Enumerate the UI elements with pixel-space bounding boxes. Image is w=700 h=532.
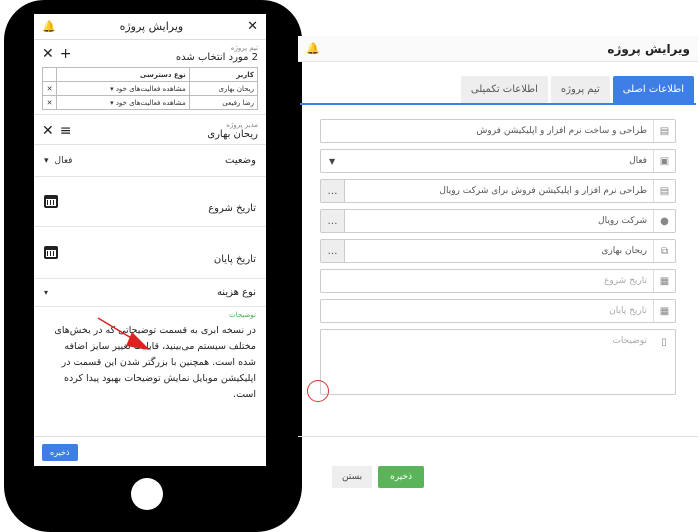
clear-icon[interactable]: ✕ [42,123,54,139]
row-access[interactable]: مشاهده فعالیت‌های خود ▾ [56,81,190,96]
document-icon: ▤ [653,120,675,142]
row-user: رضا رفیعی [188,95,259,110]
chevron-down-icon: ▾ [44,155,49,166]
start-date-label: تاریخ شروع [208,203,256,214]
col-remove [42,67,57,82]
footer-divider [298,436,698,437]
team-value: 2 مورد انتخاب شده [175,52,258,63]
start-date-input[interactable]: ▦ تاریخ شروع [320,269,676,293]
document-icon: ▯ [661,336,667,348]
footer-buttons: بستن ذخیره [332,466,425,488]
calendar-icon[interactable] [44,246,58,259]
manager-section: مدیر پروژه ریحان بهاری ✕ ≡ [34,115,266,145]
manager-value: ریحان بهاری [601,246,647,256]
manager-tools: ✕ ≡ [42,123,71,139]
mobile-header: ✕ ویرایش پروژه 🔔 [34,14,266,40]
description-placeholder: توضیحات [612,336,647,346]
project-field[interactable]: ▤ طراحی نرم افزار و اپلیکیشن فروش برای ش… [320,179,676,203]
col-access: نوع دسترسی [56,67,190,82]
end-date-label: تاریخ پایان [213,254,256,265]
add-icon[interactable]: + [60,46,72,62]
calendar-icon[interactable]: ▦ [653,270,675,292]
browse-button[interactable]: … [321,180,345,202]
tab-project-team[interactable]: تیم پروژه [550,76,610,103]
browse-button[interactable]: … [321,210,345,232]
team-table: کاربر نوع دسترسی ریحان بهاری مشاهده فعال… [42,67,259,110]
tab-main-info[interactable]: اطلاعات اصلی [612,76,694,103]
calendar-icon[interactable] [44,195,58,208]
menu-icon[interactable]: ≡ [60,123,72,139]
project-name-value: طراحی و ساخت نرم افزار و اپلیکیشن فروش [476,126,647,136]
table-row: ریحان بهاری مشاهده فعالیت‌های خود ▾ ✕ [42,81,259,96]
team-label: تیم پروژه [230,44,258,52]
tab-extra-info[interactable]: اطلاعات تکمیلی [460,76,548,103]
chevron-down-icon[interactable]: ▼ [321,157,335,166]
end-date-input[interactable]: ▦ تاریخ پایان [320,299,676,323]
table-row: رضا رفیعی مشاهده فعالیت‌های خود ▾ ✕ [42,95,259,110]
browse-button[interactable]: … [321,240,345,262]
resize-handle-highlight[interactable] [307,380,329,402]
cost-type-field[interactable]: نوع هزینه ▾ [34,279,266,307]
mobile-screen: ✕ ویرایش پروژه 🔔 تیم پروژه 2 مورد انتخاب… [34,14,266,466]
status-icon: ▣ [653,150,675,172]
end-date-field[interactable]: تاریخ پایان [34,227,266,279]
description-textarea[interactable]: ▯ توضیحات [307,329,676,402]
footer-divider [34,436,266,437]
status-field[interactable]: وضعیت فعال ▾ [34,145,266,177]
cost-type-label: نوع هزینه [216,287,256,298]
manager-field[interactable]: ⧉ ریحان بهاری … [320,239,676,263]
desktop-dialog: ویرایش پروژه 🔔 اطلاعات اصلی تیم پروژه اط… [298,36,698,532]
user-icon: ● [653,210,675,232]
dialog-header: ویرایش پروژه 🔔 [298,36,698,62]
phone-frame: ✕ ویرایش پروژه 🔔 تیم پروژه 2 مورد انتخاب… [4,0,302,532]
status-select[interactable]: فعال ▾ [44,156,72,166]
status-label: وضعیت [225,155,256,166]
chevron-down-icon[interactable]: ▾ [44,288,48,297]
row-access[interactable]: مشاهده فعالیت‌های خود ▾ [56,95,190,110]
clear-icon[interactable]: ✕ [42,46,54,62]
start-date-placeholder: تاریخ شروع [604,276,647,286]
main-info-form: ▤ طراحی و ساخت نرم افزار و اپلیکیشن فروش… [298,105,698,402]
project-name-field[interactable]: ▤ طراحی و ساخت نرم افزار و اپلیکیشن فروش [320,119,676,143]
dialog-title: ویرایش پروژه [607,41,690,56]
bell-icon[interactable]: 🔔 [42,20,56,33]
start-date-field[interactable]: تاریخ شروع [34,177,266,227]
remove-row-icon[interactable]: ✕ [42,81,57,96]
calendar-icon[interactable]: ▦ [653,300,675,322]
file-icon: ▤ [653,180,675,202]
company-value: شرکت رویال [598,216,647,226]
manager-value: ریحان بهاری [207,129,258,140]
close-icon[interactable]: ✕ [247,19,258,34]
project-value: طراحی نرم افزار و اپلیکیشن فروش برای شرک… [439,186,647,196]
status-value: فعال [629,156,647,166]
end-date-placeholder: تاریخ پایان [609,306,647,316]
save-button[interactable]: ذخیره [378,466,425,488]
company-field[interactable]: ● شرکت رویال … [320,209,676,233]
page-title: ویرایش پروژه [119,20,184,33]
status-select[interactable]: ▣ فعال ▼ [320,149,676,173]
arrow-annotation [97,317,150,350]
manager-label: مدیر پروژه [226,121,258,129]
tab-bar: اطلاعات اصلی تیم پروژه اطلاعات تکمیلی [300,62,696,105]
team-tools: ✕ + [42,46,71,62]
close-button[interactable]: بستن [332,466,373,488]
remove-row-icon[interactable]: ✕ [42,95,57,110]
bell-icon[interactable]: 🔔 [306,42,320,55]
save-button[interactable]: ذخیره [42,444,78,461]
row-user: ریحان بهاری [188,81,259,96]
col-user: کاربر [188,67,259,82]
team-section: تیم پروژه 2 مورد انتخاب شده ✕ + کاربر نو… [34,40,266,115]
home-button[interactable] [131,478,163,510]
copy-icon: ⧉ [653,240,675,262]
